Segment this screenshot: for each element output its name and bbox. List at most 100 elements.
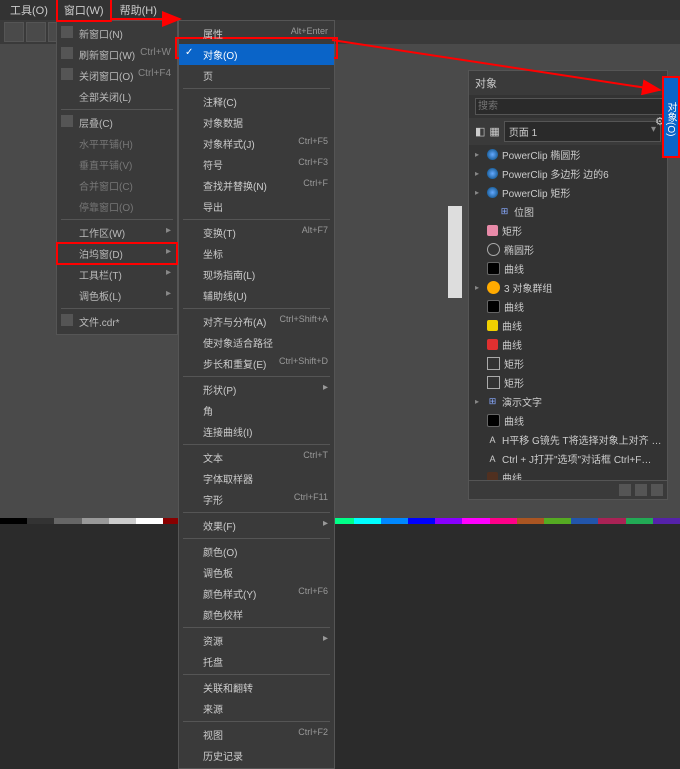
object-item[interactable]: AH平移 G镜先 T将选择对象上对齐 B… <box>469 430 667 449</box>
menu-item[interactable]: 文件.cdr* <box>57 311 177 332</box>
submenu-item[interactable]: 坐标 <box>179 243 334 264</box>
menu-item[interactable]: 全部关闭(L) <box>57 86 177 107</box>
swatch-color[interactable] <box>0 518 27 524</box>
submenu-item[interactable]: 字形Ctrl+F11 <box>179 489 334 510</box>
object-item[interactable]: 椭圆形 <box>469 240 667 259</box>
swatch-color[interactable] <box>354 518 381 524</box>
submenu-item[interactable]: 资源▸ <box>179 630 334 651</box>
submenu-item[interactable]: 颜色(O) <box>179 541 334 562</box>
submenu-item[interactable]: 导出 <box>179 196 334 217</box>
submenu-item[interactable]: 调色板 <box>179 562 334 583</box>
swatch-color[interactable] <box>462 518 489 524</box>
tool-icon[interactable] <box>26 22 46 42</box>
page-select[interactable]: 页面 1 <box>504 121 661 142</box>
object-item[interactable]: 曲线 <box>469 411 667 430</box>
submenu-item[interactable]: 符号Ctrl+F3 <box>179 154 334 175</box>
search-input[interactable] <box>475 98 667 115</box>
submenu-item[interactable]: 对象数据 <box>179 112 334 133</box>
menu-help[interactable]: 帮助(H) <box>114 0 163 20</box>
submenu-item[interactable]: 角 <box>179 400 334 421</box>
menu-item[interactable]: 水平平铺(H) <box>57 133 177 154</box>
object-item[interactable]: 曲线 <box>469 316 667 335</box>
submenu-item[interactable]: ✓对象(O) <box>179 44 334 65</box>
submenu-item[interactable]: 属性Alt+Enter <box>179 23 334 44</box>
submenu-item[interactable]: 变换(T)Alt+F7 <box>179 222 334 243</box>
swatch-color[interactable] <box>54 518 81 524</box>
object-item[interactable]: ACtrl + J打开"选项"对话框 Ctrl+F… <box>469 449 667 468</box>
swatch-color[interactable] <box>517 518 544 524</box>
submenu-item[interactable]: 对齐与分布(A)Ctrl+Shift+A <box>179 311 334 332</box>
submenu-item[interactable]: 现场指南(L) <box>179 264 334 285</box>
object-item[interactable]: 曲线 <box>469 468 667 480</box>
page-icon[interactable]: ▦ <box>489 125 499 138</box>
tool-icon[interactable] <box>4 22 24 42</box>
object-item[interactable]: ▸3 对象群组 <box>469 278 667 297</box>
swatch-color[interactable] <box>136 518 163 524</box>
menu-item[interactable]: 层叠(C) <box>57 112 177 133</box>
submenu-item[interactable]: 对象样式(J)Ctrl+F5 <box>179 133 334 154</box>
menu-item[interactable]: 调色板(L)▸ <box>57 285 177 306</box>
submenu-item[interactable]: 形状(P)▸ <box>179 379 334 400</box>
dockers-submenu: 属性Alt+Enter✓对象(O)页注释(C)对象数据对象样式(J)Ctrl+F… <box>178 20 335 769</box>
swatch-color[interactable] <box>544 518 571 524</box>
object-item[interactable]: 曲线 <box>469 297 667 316</box>
menu-item[interactable]: 工作区(W)▸ <box>57 222 177 243</box>
menu-window[interactable]: 窗口(W) <box>56 0 112 22</box>
swatch-color[interactable] <box>435 518 462 524</box>
swatch-color[interactable] <box>82 518 109 524</box>
submenu-item[interactable]: 托盘 <box>179 651 334 672</box>
submenu-item[interactable]: 查找并替换(N)Ctrl+F <box>179 175 334 196</box>
objects-list: ▸PowerClip 椭圆形▸PowerClip 多边形 边的6▸PowerCl… <box>469 145 667 480</box>
submenu-item[interactable]: 效果(F)▸ <box>179 515 334 536</box>
submenu-item[interactable]: 视图Ctrl+F2 <box>179 724 334 745</box>
footer-icon[interactable] <box>619 484 631 496</box>
swatch-color[interactable] <box>381 518 408 524</box>
submenu-item[interactable]: 文本Ctrl+T <box>179 447 334 468</box>
submenu-item[interactable]: 历史记录 <box>179 745 334 766</box>
submenu-item[interactable]: 页 <box>179 65 334 86</box>
menu-item[interactable]: 泊坞窗(D)▸ <box>57 243 177 264</box>
object-item[interactable]: 矩形 <box>469 354 667 373</box>
swatch-color[interactable] <box>598 518 625 524</box>
swatch-color[interactable] <box>571 518 598 524</box>
swatch-color[interactable] <box>626 518 653 524</box>
object-item[interactable]: 矩形 <box>469 373 667 392</box>
object-item[interactable]: ▸PowerClip 椭圆形 <box>469 145 667 164</box>
window-menu: 新窗口(N)刷新窗口(W)Ctrl+W关闭窗口(O)Ctrl+F4全部关闭(L)… <box>56 20 178 335</box>
menu-item[interactable]: 合并窗口(C) <box>57 175 177 196</box>
menu-item[interactable]: 关闭窗口(O)Ctrl+F4 <box>57 65 177 86</box>
submenu-item[interactable]: 来源 <box>179 698 334 719</box>
object-item[interactable]: ▸PowerClip 多边形 边的6 <box>469 164 667 183</box>
submenu-item[interactable]: 使对象适合路径 <box>179 332 334 353</box>
menu-item[interactable]: 工具栏(T)▸ <box>57 264 177 285</box>
object-item[interactable]: ▸PowerClip 矩形 <box>469 183 667 202</box>
menu-item[interactable]: 刷新窗口(W)Ctrl+W <box>57 44 177 65</box>
color-swatch-bar <box>0 518 680 524</box>
object-item[interactable]: 曲线 <box>469 259 667 278</box>
swatch-color[interactable] <box>653 518 680 524</box>
submenu-item[interactable]: 辅助线(U) <box>179 285 334 306</box>
submenu-item[interactable]: 颜色样式(Y)Ctrl+F6 <box>179 583 334 604</box>
submenu-item[interactable]: 注释(C) <box>179 91 334 112</box>
submenu-item[interactable]: 连接曲线(I) <box>179 421 334 442</box>
submenu-item[interactable]: 字体取样器 <box>179 468 334 489</box>
layers-icon[interactable]: ◧ <box>475 125 485 138</box>
swatch-color[interactable] <box>408 518 435 524</box>
submenu-item[interactable]: 步长和重复(E)Ctrl+Shift+D <box>179 353 334 374</box>
submenu-item[interactable]: 关联和翻转 <box>179 677 334 698</box>
object-item[interactable]: 矩形 <box>469 221 667 240</box>
menu-item[interactable]: 停靠窗口(O) <box>57 196 177 217</box>
submenu-item[interactable]: 颜色校样 <box>179 604 334 625</box>
menu-item[interactable]: 新窗口(N) <box>57 23 177 44</box>
object-item[interactable]: 曲线 <box>469 335 667 354</box>
docked-tab-objects[interactable]: 对象(O) <box>662 76 680 158</box>
menu-tools[interactable]: 工具(O) <box>4 0 54 20</box>
footer-icon[interactable] <box>635 484 647 496</box>
object-item[interactable]: ⊞位图 <box>469 202 667 221</box>
swatch-color[interactable] <box>27 518 54 524</box>
trash-icon[interactable] <box>651 484 663 496</box>
object-item[interactable]: ▸⊞演示文字 <box>469 392 667 411</box>
swatch-color[interactable] <box>109 518 136 524</box>
menu-item[interactable]: 垂直平铺(V) <box>57 154 177 175</box>
swatch-color[interactable] <box>490 518 517 524</box>
